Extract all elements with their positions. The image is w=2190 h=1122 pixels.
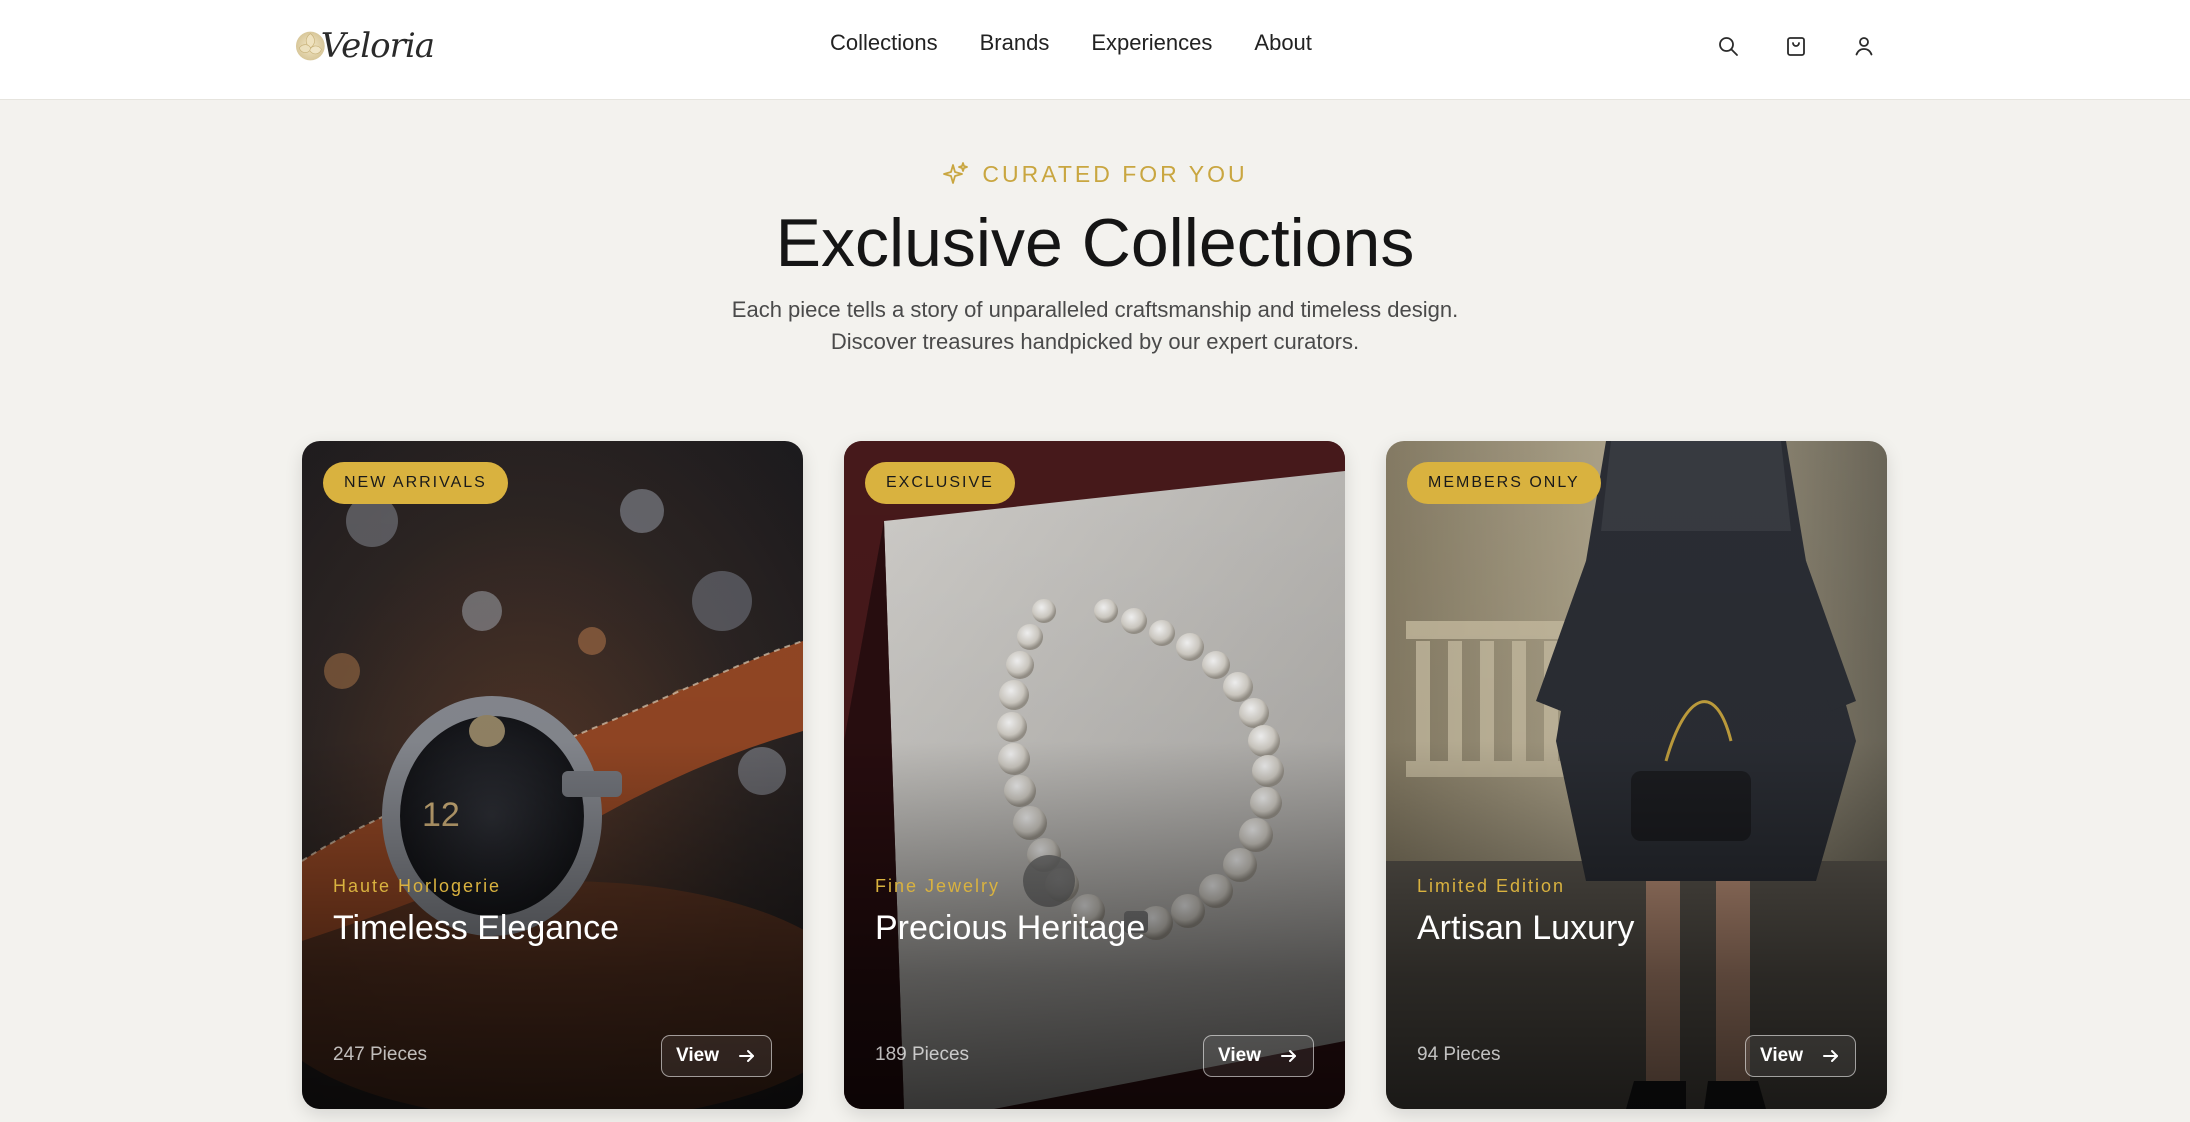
nav-brands[interactable]: Brands (980, 30, 1050, 56)
card-piece-count: 247 Pieces (333, 1044, 428, 1065)
collection-card-precious-heritage[interactable]: EXCLUSIVE Fine Jewelry Precious Heritage… (844, 441, 1345, 1109)
section-eyebrow: CURATED FOR YOU (0, 160, 2190, 188)
nav-experiences[interactable]: Experiences (1091, 30, 1212, 56)
view-button[interactable]: View (1745, 1035, 1856, 1077)
view-button-label: View (1218, 1045, 1261, 1066)
brand-logo[interactable]: Veloria (294, 20, 435, 72)
arrow-right-icon (1281, 1050, 1296, 1062)
user-icon[interactable] (1850, 32, 1878, 60)
brand-name: Veloria (320, 26, 435, 66)
status-badge: MEMBERS ONLY (1407, 462, 1601, 504)
card-title: Artisan Luxury (1417, 909, 1635, 947)
page-subtitle: Each piece tells a story of unparalleled… (731, 297, 1459, 354)
card-title: Precious Heritage (875, 909, 1146, 947)
collection-card-timeless-elegance[interactable]: 12 NEW ARRIVALS Haute Horlogerie Timeles… (302, 441, 803, 1109)
card-title: Timeless Elegance (333, 909, 619, 947)
card-overlay (1386, 441, 1887, 1109)
card-piece-count: 94 Pieces (1417, 1044, 1501, 1065)
sparkles-icon (943, 162, 969, 184)
card-category: Fine Jewelry (875, 876, 1001, 896)
status-badge: EXCLUSIVE (865, 462, 1015, 504)
card-piece-count: 189 Pieces (875, 1044, 970, 1065)
view-button[interactable]: View (661, 1035, 772, 1077)
search-icon[interactable] (1714, 32, 1742, 60)
card-category: Limited Edition (1417, 876, 1566, 896)
view-button[interactable]: View (1203, 1035, 1314, 1077)
arrow-right-icon (739, 1050, 754, 1062)
status-badge: NEW ARRIVALS (323, 462, 508, 504)
page-title: Exclusive Collections (775, 205, 1415, 281)
view-button-label: View (1760, 1045, 1803, 1066)
header-actions (1714, 32, 1878, 60)
card-overlay (302, 441, 803, 1109)
nav-collections[interactable]: Collections (830, 30, 938, 56)
main-nav: Collections Brands Experiences About (830, 30, 1312, 56)
collection-card-artisan-luxury[interactable]: MEMBERS ONLY Limited Edition Artisan Lux… (1386, 441, 1887, 1109)
card-overlay (844, 441, 1345, 1109)
eyebrow-text: CURATED FOR YOU (982, 160, 1248, 187)
shopping-bag-icon[interactable] (1782, 32, 1810, 60)
arrow-right-icon (1823, 1050, 1838, 1062)
site-header: Veloria Collections Brands Experiences A… (0, 0, 2190, 100)
nav-about[interactable]: About (1254, 30, 1312, 56)
card-category: Haute Horlogerie (333, 876, 502, 896)
view-button-label: View (676, 1045, 719, 1066)
